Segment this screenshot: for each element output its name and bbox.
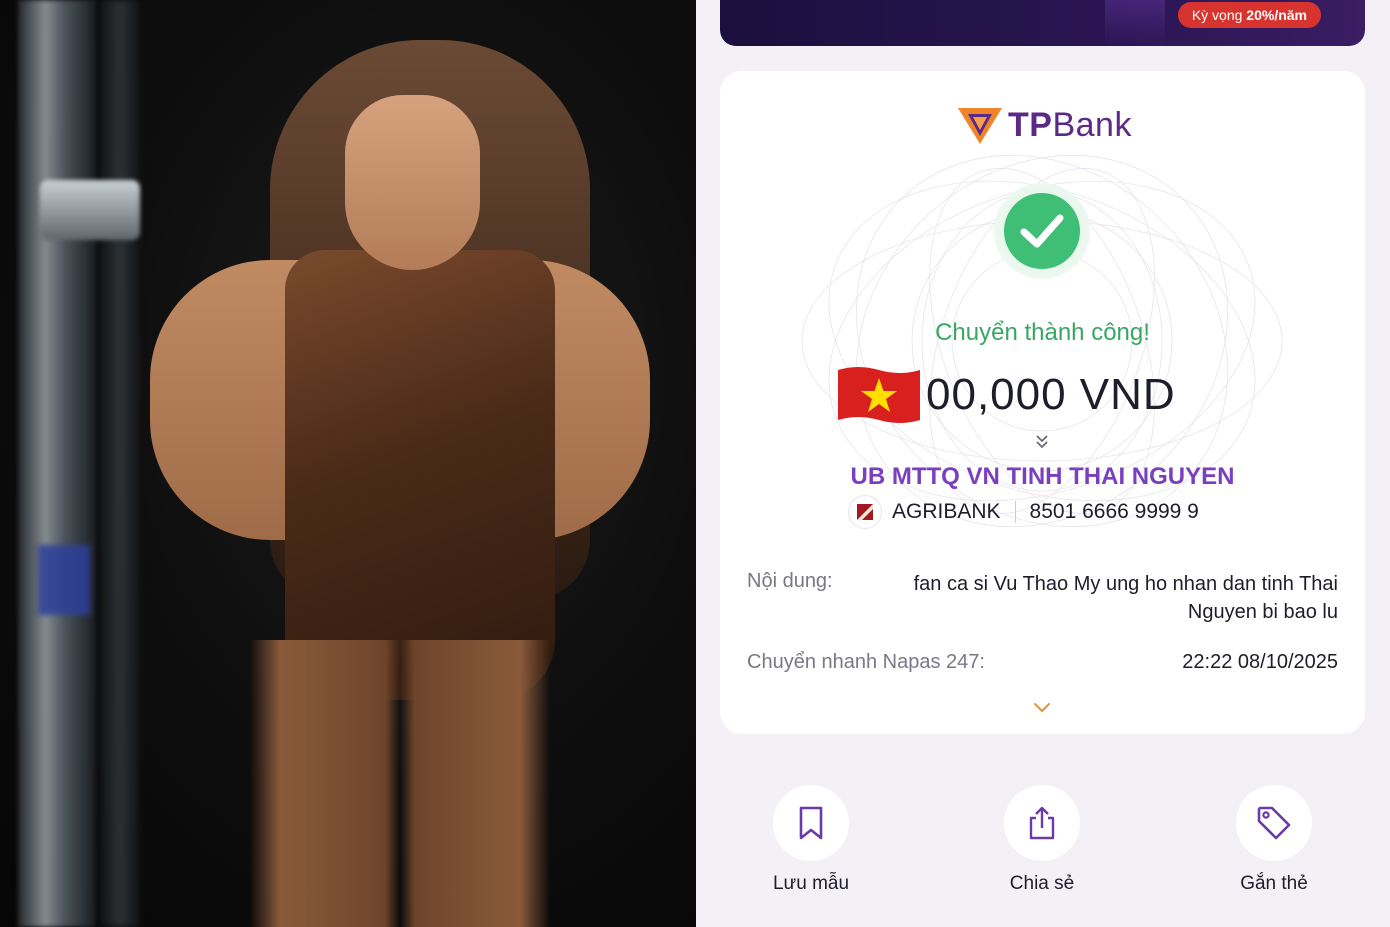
share-icon [1029, 806, 1055, 840]
bookmark-icon [799, 806, 823, 840]
content-value: fan ca si Vu Thao My ung ho nhan dan tin… [913, 573, 1338, 623]
save-template-button[interactable]: Lưu mẫu [741, 785, 881, 895]
expand-chevron-down-icon[interactable] [1032, 701, 1052, 715]
add-tag-label: Gắn thẻ [1240, 873, 1308, 894]
share-label: Chia sẻ [1009, 873, 1075, 894]
transfer-method-row: Chuyển nhanh Napas 247: 22:22 08/10/2025 [747, 651, 1338, 674]
content-row: Nội dung: fan ca si Vu Thao My ung ho nh… [747, 570, 1338, 626]
double-chevron-down-icon [1036, 435, 1048, 449]
save-template-label: Lưu mẫu [772, 873, 850, 894]
amount-row: 00,000 VND [836, 363, 1176, 427]
share-button[interactable]: Chia sẻ [972, 785, 1112, 895]
content-label: Nội dung: [747, 570, 833, 592]
add-tag-button[interactable]: Gắn thẻ [1204, 785, 1344, 895]
bank-app-screen: Kỳ vọng 20%/năm TPBank Chuyển thành công… [696, 0, 1390, 927]
transfer-time: 22:22 08/10/2025 [1182, 651, 1338, 673]
transfer-method-label: Chuyển nhanh Napas 247: [747, 651, 985, 673]
tpbank-logo-icon [958, 108, 1002, 144]
transfer-status: Chuyển thành công! [935, 319, 1150, 346]
tpbank-logo: TPBank [958, 105, 1132, 145]
agribank-logo-icon [848, 495, 882, 529]
success-check-icon [994, 183, 1090, 279]
transfer-amount: 00,000 VND [926, 370, 1176, 419]
receipt-actions: Lưu mẫu Chia sẻ Gắn thẻ [696, 785, 1390, 905]
receiver-name: UB MTTQ VN TINH THAI NGUYEN [850, 463, 1235, 490]
receiver-bank-row: AGRIBANK 8501 6666 9999 9 [848, 495, 1199, 529]
promo-banner[interactable]: Kỳ vọng 20%/năm [720, 0, 1365, 46]
screen: Kỳ vọng 20%/năm TPBank Chuyển thành công… [0, 0, 1390, 927]
vietnam-flag-icon [838, 367, 920, 423]
receiver-account-number: 8501 6666 9999 9 [1029, 500, 1199, 523]
performer-photo [0, 0, 696, 927]
receiver-bank-name: AGRIBANK [892, 500, 1001, 523]
promo-rate-badge: Kỳ vọng 20%/năm [1177, 2, 1321, 28]
transfer-receipt-card: TPBank Chuyển thành công! 00,000 VND UB … [720, 71, 1365, 734]
tag-icon [1257, 806, 1291, 840]
